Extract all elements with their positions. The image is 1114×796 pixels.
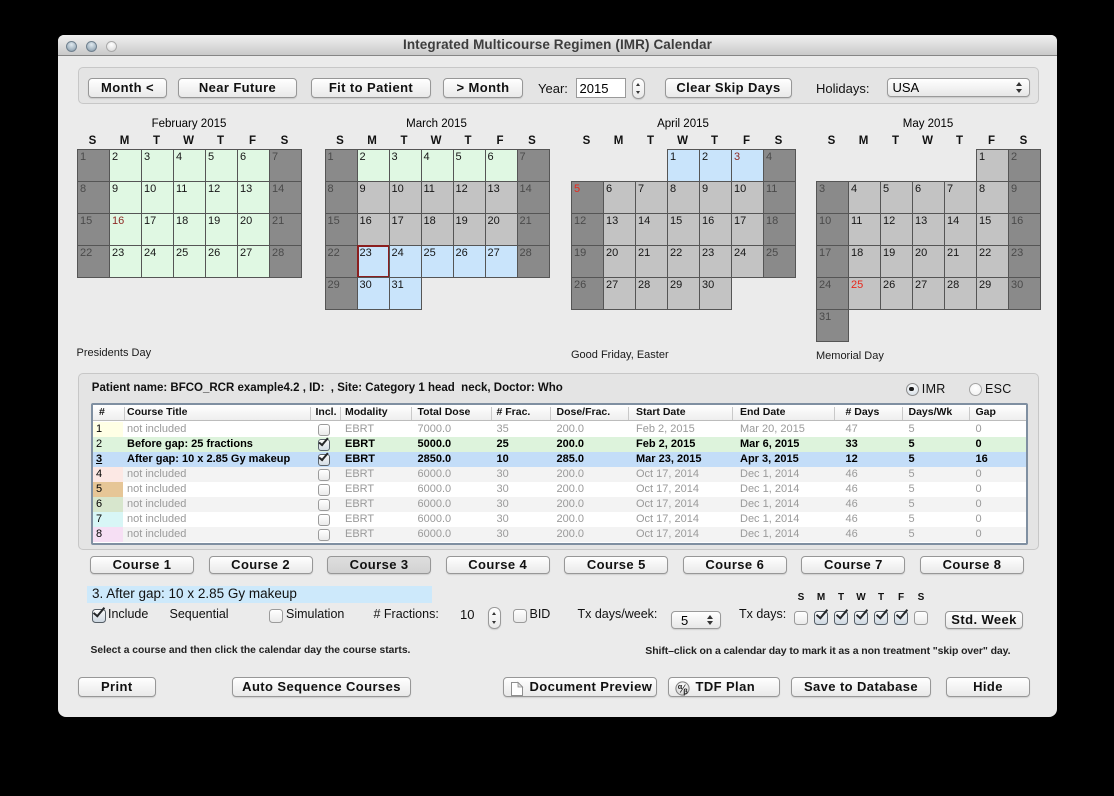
svg-text:β: β (683, 687, 688, 696)
